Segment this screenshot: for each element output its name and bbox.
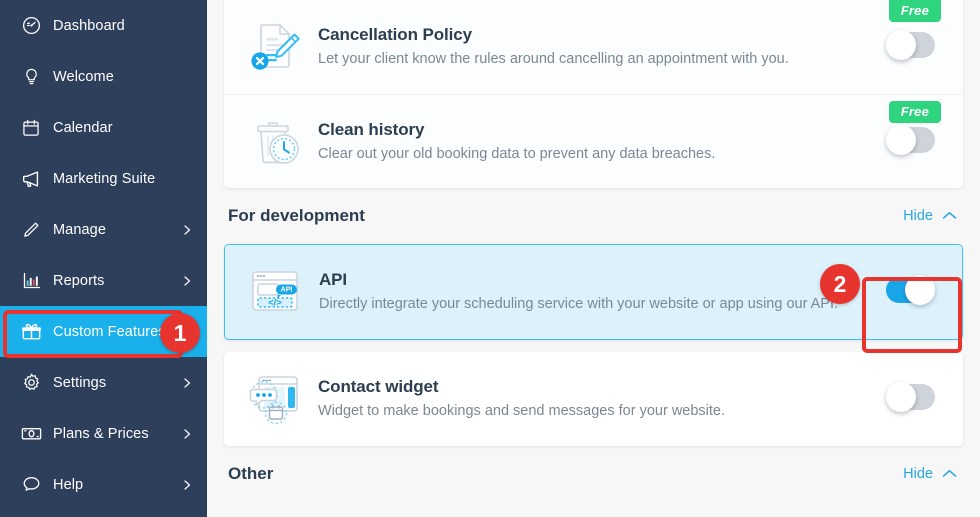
gift-box-icon <box>18 319 44 345</box>
section-title: For development <box>228 206 365 225</box>
sidebar-item-plans-prices[interactable]: Plans & Prices <box>0 408 207 459</box>
sidebar-item-label: Help <box>53 476 84 493</box>
sidebar-item-reports[interactable]: Reports <box>0 255 207 306</box>
sidebar-item-calendar[interactable]: Calendar <box>0 102 207 153</box>
sidebar-item-label: Reports <box>53 272 105 289</box>
feature-row-cancellation-policy[interactable]: Free Cancellation Policy Let your client… <box>224 0 963 94</box>
trash-clock-icon <box>244 113 306 171</box>
feature-text: Contact widget Widget to make bookings a… <box>318 377 943 420</box>
chevron-right-icon <box>181 275 193 287</box>
annotation-number-1: 1 <box>160 313 200 353</box>
status-badge: Free <box>888 0 941 22</box>
lightbulb-icon <box>18 64 44 90</box>
section-title: Other <box>228 464 274 483</box>
api-toggle[interactable] <box>886 275 938 307</box>
banknote-icon <box>18 421 44 447</box>
features-scroll-area[interactable]: Free Cancellation Policy Let your client… <box>207 0 980 517</box>
calendar-icon <box>18 115 44 141</box>
sidebar-item-label: Calendar <box>53 119 113 136</box>
feature-description: Clear out your old booking data to preve… <box>318 145 716 162</box>
dashboard-gauge-icon <box>18 13 44 39</box>
sidebar: Dashboard Welcome Calendar Marketing Sui… <box>0 0 207 517</box>
chevron-right-icon <box>181 377 193 389</box>
hide-label: Hide <box>903 208 933 224</box>
hide-section-button[interactable]: Hide <box>903 208 957 224</box>
speech-bubble-icon <box>18 472 44 498</box>
feature-row-contact-widget[interactable]: Contact widget Widget to make bookings a… <box>224 352 963 446</box>
annotation-number-2: 2 <box>820 264 860 304</box>
contact-widget-toggle[interactable] <box>886 382 939 414</box>
sidebar-item-label: Settings <box>53 374 107 391</box>
top-features-card: Free Cancellation Policy Let your client… <box>224 0 963 188</box>
sidebar-item-manage[interactable]: Manage <box>0 204 207 255</box>
sidebar-item-help[interactable]: Help <box>0 459 207 510</box>
sidebar-item-label: Dashboard <box>53 17 125 34</box>
chevron-up-icon <box>942 466 957 482</box>
feature-text: Cancellation Policy Let your client know… <box>318 25 943 68</box>
svg-text:API: API <box>281 287 293 294</box>
feature-description: Directly integrate your scheduling servi… <box>319 296 839 313</box>
feature-title: Cancellation Policy <box>318 25 472 45</box>
sidebar-item-label: Manage <box>53 221 106 238</box>
chevron-right-icon <box>181 428 193 440</box>
chevron-right-icon <box>181 224 193 236</box>
feature-title: Clean history <box>318 119 425 139</box>
chevron-up-icon <box>942 208 957 224</box>
feature-row-clean-history[interactable]: Free Clean history Clear out your old bo… <box>224 94 963 188</box>
contact-widget-card: Contact widget Widget to make bookings a… <box>224 352 963 446</box>
bar-chart-icon <box>18 268 44 294</box>
megaphone-icon <box>18 166 44 192</box>
hide-label: Hide <box>903 466 933 482</box>
chat-widget-icon <box>244 370 306 428</box>
main-content: Free Cancellation Policy Let your client… <box>207 0 980 517</box>
gear-icon <box>18 370 44 396</box>
sidebar-item-settings[interactable]: Settings <box>0 357 207 408</box>
sidebar-item-label: Marketing Suite <box>53 170 156 187</box>
api-code-window-icon: </> API <box>245 263 307 321</box>
status-badge: Free <box>888 101 941 123</box>
hide-section-button[interactable]: Hide <box>903 466 957 482</box>
document-cancel-icon <box>244 18 306 76</box>
feature-text: Clean history Clear out your old booking… <box>318 120 943 163</box>
feature-title: API <box>319 270 348 290</box>
sidebar-item-dashboard[interactable]: Dashboard <box>0 0 207 51</box>
feature-description: Widget to make bookings and send message… <box>318 403 726 420</box>
section-header-for-development: For development Hide <box>224 188 963 244</box>
pencil-icon <box>18 217 44 243</box>
clean-history-toggle[interactable] <box>886 124 939 157</box>
sidebar-item-marketing-suite[interactable]: Marketing Suite <box>0 153 207 204</box>
sidebar-item-label: Welcome <box>53 68 114 85</box>
cancellation-policy-toggle[interactable] <box>886 30 939 62</box>
section-header-other: Other Hide <box>224 446 963 502</box>
feature-title: Contact widget <box>318 377 439 397</box>
svg-text:</>: </> <box>268 297 282 308</box>
chevron-right-icon <box>181 479 193 491</box>
sidebar-item-welcome[interactable]: Welcome <box>0 51 207 102</box>
sidebar-item-label: Plans & Prices <box>53 425 149 442</box>
app-root: Dashboard Welcome Calendar Marketing Sui… <box>0 0 980 517</box>
feature-description: Let your client know the rules around ca… <box>318 51 789 68</box>
